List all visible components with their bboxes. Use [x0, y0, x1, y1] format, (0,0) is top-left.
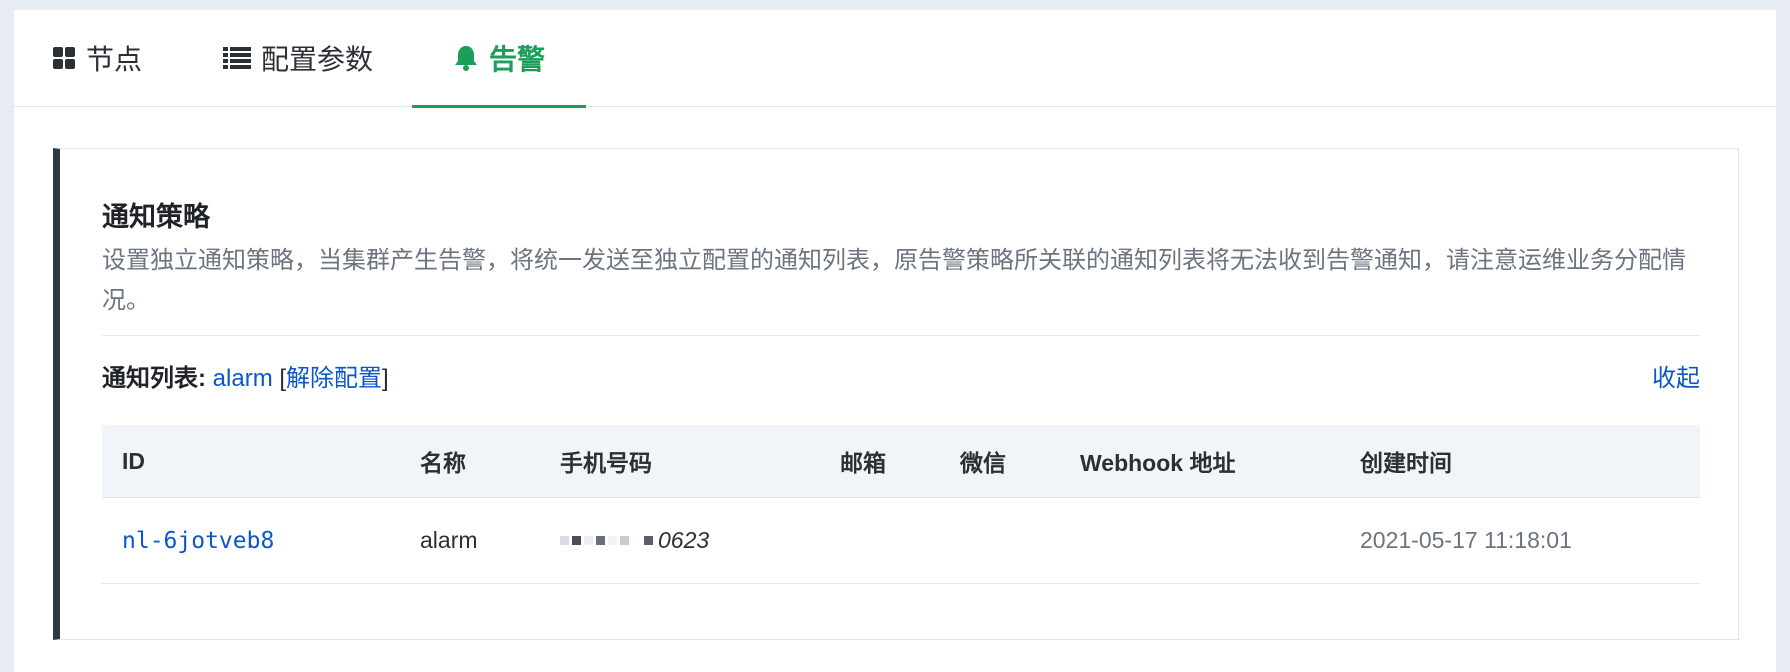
unbind-button[interactable]: 解除配置: [286, 365, 382, 392]
column-header-name: 名称: [420, 450, 466, 476]
row-name-cell: alarm: [420, 527, 478, 553]
row-phone-cell: 0623: [560, 498, 709, 583]
bell-icon: [453, 44, 479, 72]
notification-list-row: 通知列表: alarm [解除配置] 收起: [102, 361, 1700, 397]
bracket-close: ]: [382, 365, 389, 392]
list-icon: [223, 46, 251, 70]
column-header-created: 创建时间: [1360, 450, 1452, 476]
grid-icon: [52, 46, 76, 70]
divider: [102, 335, 1700, 336]
column-header-webhook: Webhook 地址: [1080, 450, 1236, 476]
notification-list-link[interactable]: alarm: [213, 365, 273, 392]
phone-visible-digits: 0623: [658, 527, 710, 553]
tab-alarm[interactable]: 告警: [412, 10, 586, 108]
row-id-link[interactable]: nl-6jotveb8: [122, 528, 274, 554]
tab-nodes[interactable]: 节点: [52, 10, 142, 106]
column-header-id: ID: [122, 447, 145, 474]
redaction-block: [620, 536, 629, 545]
notification-table: ID 名称 手机号码 邮箱 微信 Webhook 地址 创建时间 nl-6jot…: [102, 425, 1700, 584]
card-description: 设置独立通知策略，当集群产生告警，将统一发送至独立配置的通知列表，原告警策略所关…: [102, 247, 1686, 314]
redaction-block: [584, 536, 593, 545]
tab-bar: 节点 配置参数 告警: [14, 10, 1776, 108]
redaction-block: [596, 536, 605, 545]
row-created-cell: 2021-05-17 11:18:01: [1360, 527, 1572, 553]
column-header-wechat: 微信: [960, 450, 1006, 476]
collapse-button[interactable]: 收起: [1652, 361, 1700, 397]
card-title: 通知策略: [102, 202, 210, 232]
page: 节点 配置参数 告警 通知策略 设置独立通知策略，当集群产生告警，将统一发送至独…: [14, 10, 1776, 672]
column-header-phone: 手机号码: [560, 450, 652, 476]
notification-policy-card: 通知策略 设置独立通知策略，当集群产生告警，将统一发送至独立配置的通知列表，原告…: [53, 148, 1739, 640]
tab-nodes-label: 节点: [86, 44, 143, 75]
notification-list-label: 通知列表:: [102, 365, 206, 392]
tab-config-params-label: 配置参数: [261, 44, 374, 75]
redaction-block: [560, 536, 569, 545]
table-header: ID 名称 手机号码 邮箱 微信 Webhook 地址 创建时间: [102, 425, 1700, 498]
redaction-block: [632, 536, 641, 545]
table-row: nl-6jotveb8 alarm 0623 2021-05-17 11:18:…: [102, 498, 1700, 584]
redaction-block: [608, 536, 617, 545]
masked-phone: 0623: [560, 527, 709, 554]
tab-config-params[interactable]: 配置参数: [223, 10, 373, 106]
redaction-block: [572, 536, 581, 545]
row-id-cell: nl-6jotveb8: [122, 498, 274, 583]
redaction-block: [644, 536, 653, 545]
tab-alarm-label: 告警: [488, 43, 545, 75]
column-header-email: 邮箱: [840, 450, 886, 476]
